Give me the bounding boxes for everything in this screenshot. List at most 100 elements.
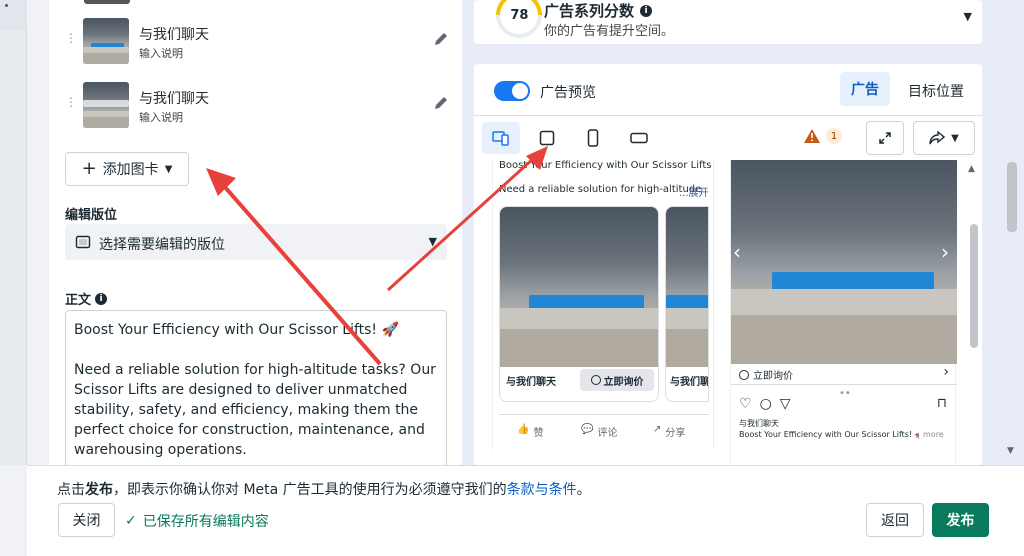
back-button[interactable]: 返回 [866, 503, 924, 537]
footer-bar: 点击发布，即表示你确认你对 Meta 广告工具的使用行为必须遵守我们的条款与条件… [27, 465, 1024, 556]
body-text-input[interactable]: Boost Your Efficiency with Our Scissor L… [65, 310, 447, 470]
placement-label: 编辑版位 [65, 208, 118, 223]
warning-icon [804, 129, 820, 143]
page-scrollbar-thumb[interactable] [1007, 162, 1017, 232]
fb-card-title: 与我们聊天 [506, 377, 556, 388]
bookmark-icon[interactable]: ⊓ [937, 396, 947, 411]
saved-status: ✓ 已保存所有编辑内容 [125, 511, 269, 531]
fb-see-more-link[interactable]: ...展开 [679, 184, 709, 199]
notice-prefix: 点击 [57, 482, 85, 498]
ig-account-name: 与我们聊天 [739, 419, 779, 428]
info-icon: i [640, 4, 653, 17]
card-thumbnail-partial [84, 0, 130, 4]
notice-middle: ，即表示你确认你对 Meta 广告工具的使用行为必须遵守我们的 [113, 482, 507, 498]
phone-icon [587, 129, 599, 147]
heart-icon[interactable]: ♡ [739, 396, 752, 412]
whatsapp-icon [590, 375, 601, 385]
instagram-feed-preview: ‹ › 立即询价 › •• ♡ ○ ▽ ⊓ 与我们聊天 Boost Your Eff… [730, 160, 957, 465]
ig-post-image [731, 160, 957, 364]
body-text-label-row: 正文 i [65, 289, 108, 308]
fb-carousel-card-next[interactable]: 与我们聊 [665, 206, 709, 402]
tab-target-location[interactable]: 目标位置 [908, 81, 964, 101]
terms-link[interactable]: 条款与条件 [507, 482, 577, 498]
score-ring: 78 [486, 0, 552, 48]
fb-post-text: Need a reliable solution for high-altitu… [499, 184, 702, 195]
send-icon[interactable]: ▽ [780, 396, 791, 412]
share-icon [929, 131, 946, 145]
fb-comment-label: 评论 [597, 428, 618, 439]
facebook-feed-preview: Boost Your Efficiency with Our Scissor L… [492, 160, 714, 450]
caret-down-icon: ▼ [164, 163, 173, 175]
square-format-button[interactable] [528, 122, 566, 154]
campaign-score-panel[interactable]: 78 广告系列分数 i 你的广告有提升空间。 ▼ [474, 0, 982, 48]
fb-card-cta-button[interactable]: 立即询价 [580, 369, 654, 391]
card-thumbnail [83, 82, 129, 128]
divider [731, 384, 957, 385]
placement-select-text: 选择需要编辑的版位 [99, 237, 225, 253]
caret-down-icon: ▼ [428, 235, 437, 248]
notice-bold: 发布 [85, 482, 113, 498]
devices-icon [492, 131, 509, 146]
drag-handle-icon[interactable]: ⋮⋮ [65, 96, 90, 114]
fb-carousel-card[interactable]: 与我们聊天 立即询价 [499, 206, 659, 402]
carousel-card[interactable]: ⋮⋮ 与我们聊天 输入说明 [65, 82, 450, 132]
left-sidebar-strip [0, 0, 27, 465]
all-devices-button[interactable] [482, 122, 520, 154]
close-button[interactable]: 关闭 [58, 503, 115, 537]
notice-end: 。 [576, 482, 591, 498]
fb-comment-button[interactable]: 💬 评论 [581, 424, 617, 439]
caret-down-icon[interactable]: ▼ [964, 10, 972, 23]
expand-button[interactable] [866, 121, 904, 155]
ig-caption: Boost Your Efficiency with Our Scissor L… [739, 430, 919, 439]
ad-preview-label: 广告预览 [540, 85, 596, 101]
saved-label: 已保存所有编辑内容 [142, 514, 269, 530]
card-subtitle: 输入说明 [139, 47, 183, 60]
preview-canvas: Boost Your Efficiency with Our Scissor L… [474, 160, 982, 465]
publish-button[interactable]: 发布 [932, 503, 989, 537]
ad-editor-panel: ⋮⋮ 与我们聊天 输入说明 ⋮⋮ 与我们聊天 输入说明 + 添加图卡 ▼ 编辑版… [49, 0, 462, 470]
square-icon [539, 130, 555, 146]
chevron-right-icon: › [943, 364, 949, 380]
comment-icon: 💬 [581, 424, 594, 435]
body-text-label: 正文 [65, 293, 92, 308]
add-card-button[interactable]: + 添加图卡 ▼ [65, 152, 189, 186]
card-subtitle: 输入说明 [139, 111, 183, 124]
chevron-left-icon[interactable]: ‹ [733, 240, 741, 264]
horizontal-format-button[interactable] [620, 122, 658, 154]
comment-icon[interactable]: ○ [760, 396, 772, 412]
ig-action-icons: ♡ ○ ▽ [739, 396, 791, 412]
warning-indicator[interactable]: 1 [804, 128, 842, 144]
carousel-dots: •• [839, 388, 851, 399]
score-title-row: 广告系列分数 i [544, 0, 653, 21]
edit-pencil-icon[interactable] [432, 30, 450, 48]
preview-scrollbar-thumb[interactable] [970, 224, 978, 348]
placement-select[interactable]: 选择需要编辑的版位 ▼ [65, 224, 447, 260]
fb-like-button[interactable]: 👍 赞 [517, 424, 543, 439]
ig-cta-row[interactable]: 立即询价 [739, 367, 793, 382]
card-title: 与我们聊天 [139, 27, 209, 43]
carousel-card[interactable]: ⋮⋮ 与我们聊天 输入说明 [65, 18, 450, 68]
card-thumbnail [83, 18, 129, 64]
info-icon: i [95, 292, 108, 305]
fb-card-title: 与我们聊 [670, 377, 709, 388]
ig-more-link[interactable]: more [923, 430, 944, 439]
plus-icon: + [81, 158, 97, 179]
fb-share-button[interactable]: ↗ 分享 [653, 424, 685, 439]
ad-preview-toggle[interactable] [494, 81, 530, 101]
chevron-right-icon[interactable]: › [941, 240, 949, 264]
share-menu-button[interactable]: ▼ [913, 121, 975, 155]
caret-down-icon: ▼ [951, 132, 959, 144]
tab-ad[interactable]: 广告 [840, 72, 890, 106]
drag-handle-icon[interactable]: ⋮⋮ [65, 32, 90, 50]
divider [499, 414, 709, 415]
dot-icon [5, 4, 8, 7]
scroll-down-icon[interactable]: ▼ [1007, 446, 1014, 456]
terms-notice: 点击发布，即表示你确认你对 Meta 广告工具的使用行为必须遵守我们的条款与条件… [57, 479, 591, 499]
edit-pencil-icon[interactable] [432, 94, 450, 112]
ig-cta-label: 立即询价 [753, 371, 793, 382]
vertical-format-button[interactable] [574, 122, 612, 154]
placement-icon [75, 235, 91, 249]
score-value: 78 [509, 7, 529, 23]
scroll-up-icon[interactable]: ▲ [968, 164, 975, 174]
warning-count: 1 [826, 128, 842, 144]
